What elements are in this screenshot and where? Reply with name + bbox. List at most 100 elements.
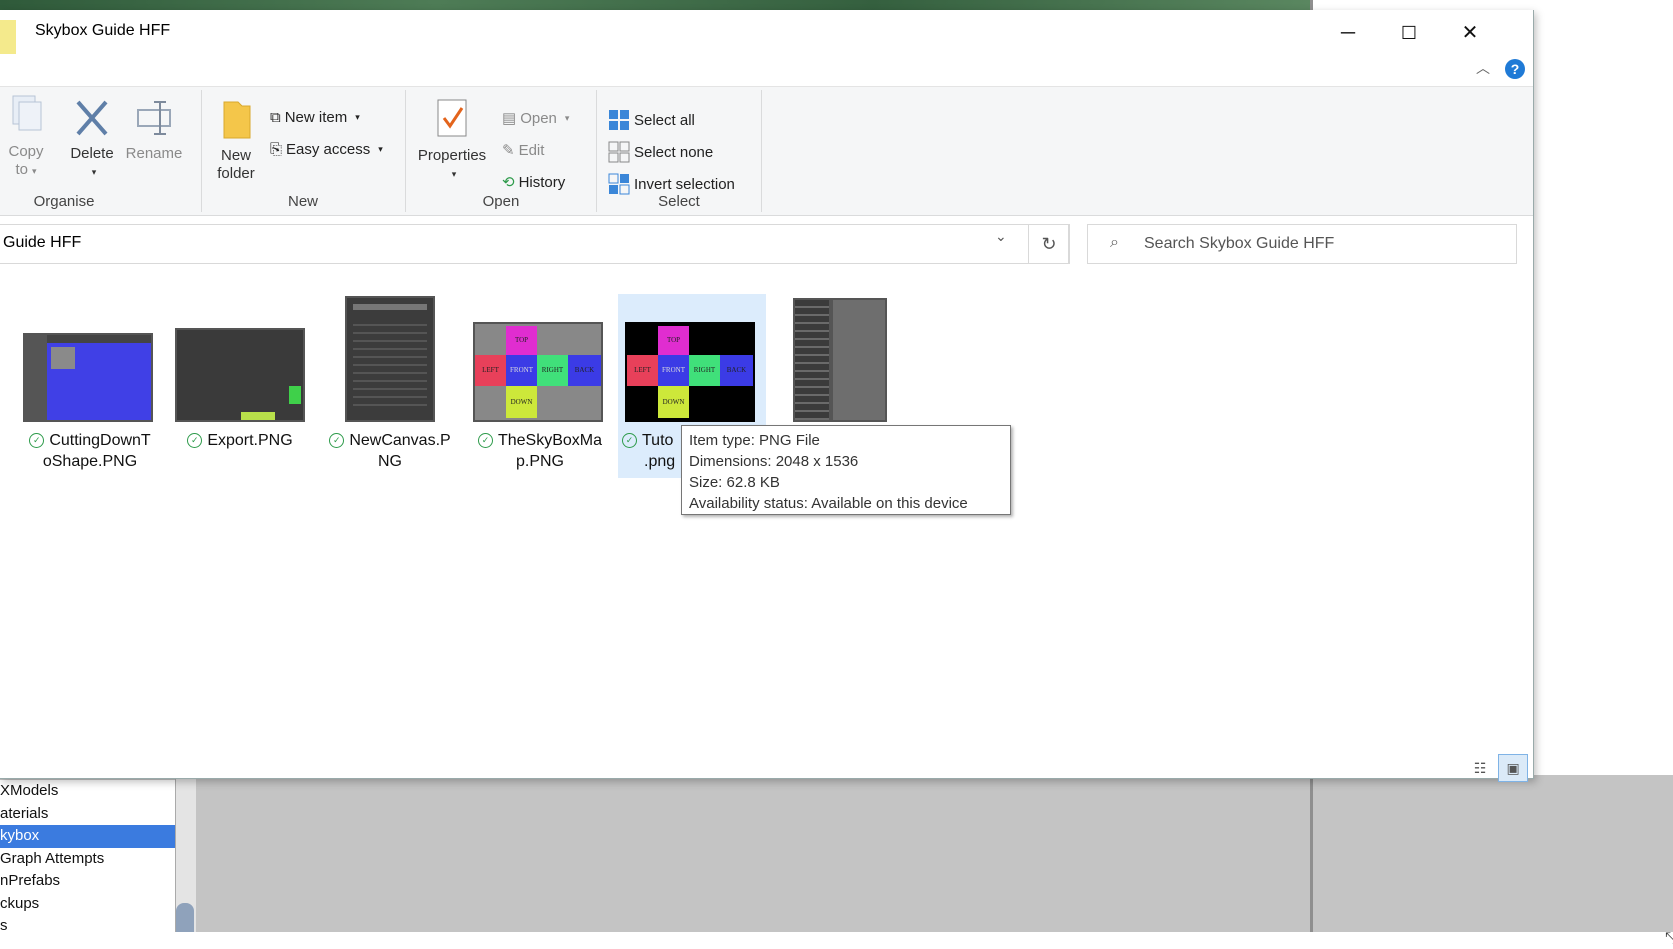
tree-item[interactable]: XModels: [0, 780, 175, 803]
file-name: ✓ CuttingDownT: [12, 430, 168, 451]
copy-icon: [12, 95, 42, 131]
file-info-tooltip: Item type: PNG File Dimensions: 2048 x 1…: [681, 425, 1011, 515]
new-folder-button[interactable]: New folder: [210, 96, 262, 183]
delete-button[interactable]: Delete ▾: [66, 96, 118, 181]
delete-x-icon: [76, 100, 108, 136]
refresh-icon: ↻: [1041, 234, 1057, 254]
edit-button[interactable]: ✎ Edit: [502, 141, 545, 160]
resize-grip-icon[interactable]: ⤡: [1665, 930, 1673, 948]
history-icon: ⟲: [502, 174, 515, 191]
select-none-button[interactable]: Select none: [608, 141, 713, 163]
face-top: TOP: [658, 326, 689, 355]
ribbon-divider: [761, 90, 762, 212]
easy-access-button[interactable]: ⎘ Easy access ▾: [270, 141, 383, 158]
open-button[interactable]: ▤ Open ▾: [502, 109, 569, 128]
tree-item[interactable]: ckups: [0, 893, 175, 916]
file-item[interactable]: ✓ Export.PNG: [168, 430, 312, 451]
select-none-label: Select none: [634, 143, 714, 161]
edit-icon: ✎: [502, 142, 515, 159]
search-placeholder: Search Skybox Guide HFF: [1144, 235, 1335, 252]
desktop-background: [0, 0, 1310, 10]
rename-label: Rename: [125, 145, 183, 162]
sync-status-icon: ✓: [187, 433, 203, 449]
group-label-new: New: [287, 193, 318, 210]
file-item-selected[interactable]: ✓ Tuto .png: [622, 430, 688, 472]
search-icon: ⌕: [1110, 234, 1119, 251]
tree-item[interactable]: aterials: [0, 803, 175, 826]
sync-status-icon: ✓: [29, 433, 45, 449]
properties-check-icon: [437, 99, 467, 137]
face-back: BACK: [720, 355, 753, 386]
face-front: FRONT: [658, 355, 689, 386]
tree-scrollbar-thumb[interactable]: [176, 903, 194, 932]
edit-label: Edit: [518, 141, 545, 159]
refresh-button[interactable]: ↻: [1028, 224, 1070, 264]
select-all-icon: [609, 110, 629, 130]
copy-to-label-1: Copy: [8, 143, 44, 160]
file-thumbnail[interactable]: [793, 298, 887, 422]
minimize-button[interactable]: ─: [1328, 18, 1368, 48]
view-toggle-group: ☷ ▣: [1466, 754, 1529, 782]
new-item-icon: ⧉: [270, 109, 281, 126]
title-bar[interactable]: Skybox Guide HFF ─ ☐ ✕: [0, 10, 1533, 62]
tooltip-dimensions: Dimensions: 2048 x 1536: [689, 453, 859, 470]
file-item[interactable]: ✓ NewCanvas.P NG: [318, 430, 462, 472]
history-button[interactable]: ⟲ History: [502, 173, 566, 192]
file-thumbnail[interactable]: [345, 296, 435, 422]
face-right: RIGHT: [689, 355, 720, 386]
rename-icon: [137, 101, 171, 135]
rename-button[interactable]: Rename: [124, 96, 184, 163]
large-icons-view-icon[interactable]: ▣: [1498, 754, 1529, 782]
file-name-cont: p.PNG: [515, 453, 564, 470]
invert-selection-button[interactable]: Invert selection: [608, 173, 735, 195]
window-title: Skybox Guide HFF: [35, 22, 171, 39]
address-path: Guide HFF: [3, 234, 82, 251]
select-all-button[interactable]: Select all: [608, 109, 695, 131]
new-folder-label-1: New: [220, 147, 251, 164]
select-none-icon: [608, 141, 630, 163]
file-thumbnail[interactable]: TOP LEFT FRONT RIGHT BACK DOWN: [473, 322, 603, 422]
search-box[interactable]: ⌕ Search Skybox Guide HFF: [1087, 224, 1517, 264]
file-name-cont: NG: [378, 453, 402, 470]
help-icon[interactable]: ?: [1505, 59, 1525, 79]
history-label: History: [518, 173, 566, 191]
easy-access-label: Easy access: [286, 141, 371, 158]
group-label-organise: Organise: [33, 193, 95, 210]
new-item-button[interactable]: ⧉ New item ▾: [270, 109, 360, 126]
address-bar[interactable]: Guide HFF: [0, 224, 1069, 264]
copy-to-label-2: to ▾: [15, 161, 37, 178]
tree-item-selected[interactable]: kybox: [0, 825, 175, 848]
face-down: DOWN: [658, 386, 689, 418]
file-item[interactable]: ✓ CuttingDownT oShape.PNG: [12, 430, 168, 472]
address-dropdown-icon[interactable]: ⌄: [995, 228, 1007, 245]
sync-status-icon: ✓: [477, 433, 493, 449]
file-thumbnail[interactable]: [175, 328, 305, 422]
file-thumbnail[interactable]: [23, 333, 153, 422]
tooltip-availability: Availability status: Available on this d…: [689, 495, 968, 512]
file-thumbnail[interactable]: TOP LEFT FRONT RIGHT BACK DOWN: [625, 322, 755, 422]
file-name: ✓ Export.PNG: [168, 430, 312, 451]
easy-access-icon: ⎘: [270, 141, 283, 158]
properties-button[interactable]: Properties ▾: [414, 96, 490, 183]
face-down: DOWN: [506, 386, 537, 418]
group-label-select: Select: [658, 193, 700, 210]
group-label-open: Open: [482, 193, 520, 210]
face-top: TOP: [506, 326, 537, 355]
close-button[interactable]: ✕: [1450, 18, 1490, 48]
new-folder-icon: [223, 101, 251, 139]
open-label: Open: [520, 109, 557, 127]
file-item[interactable]: ✓ TheSkyBoxMa p.PNG: [466, 430, 614, 472]
select-all-label: Select all: [634, 111, 695, 129]
maximize-button[interactable]: ☐: [1389, 18, 1429, 48]
copy-to-button[interactable]: Copy to ▾: [5, 94, 47, 180]
chevron-down-icon: ▾: [91, 167, 97, 177]
tree-item[interactable]: Graph Attempts: [0, 848, 175, 871]
tree-item[interactable]: nPrefabs: [0, 870, 175, 893]
face-left: LEFT: [475, 355, 506, 386]
folder-icon: [0, 20, 16, 54]
collapse-ribbon-icon[interactable]: ︿: [1476, 58, 1490, 78]
invert-selection-icon: [608, 173, 630, 195]
details-view-icon[interactable]: ☷: [1466, 755, 1494, 781]
face-front: FRONT: [506, 355, 537, 386]
properties-label: Properties: [417, 147, 487, 164]
